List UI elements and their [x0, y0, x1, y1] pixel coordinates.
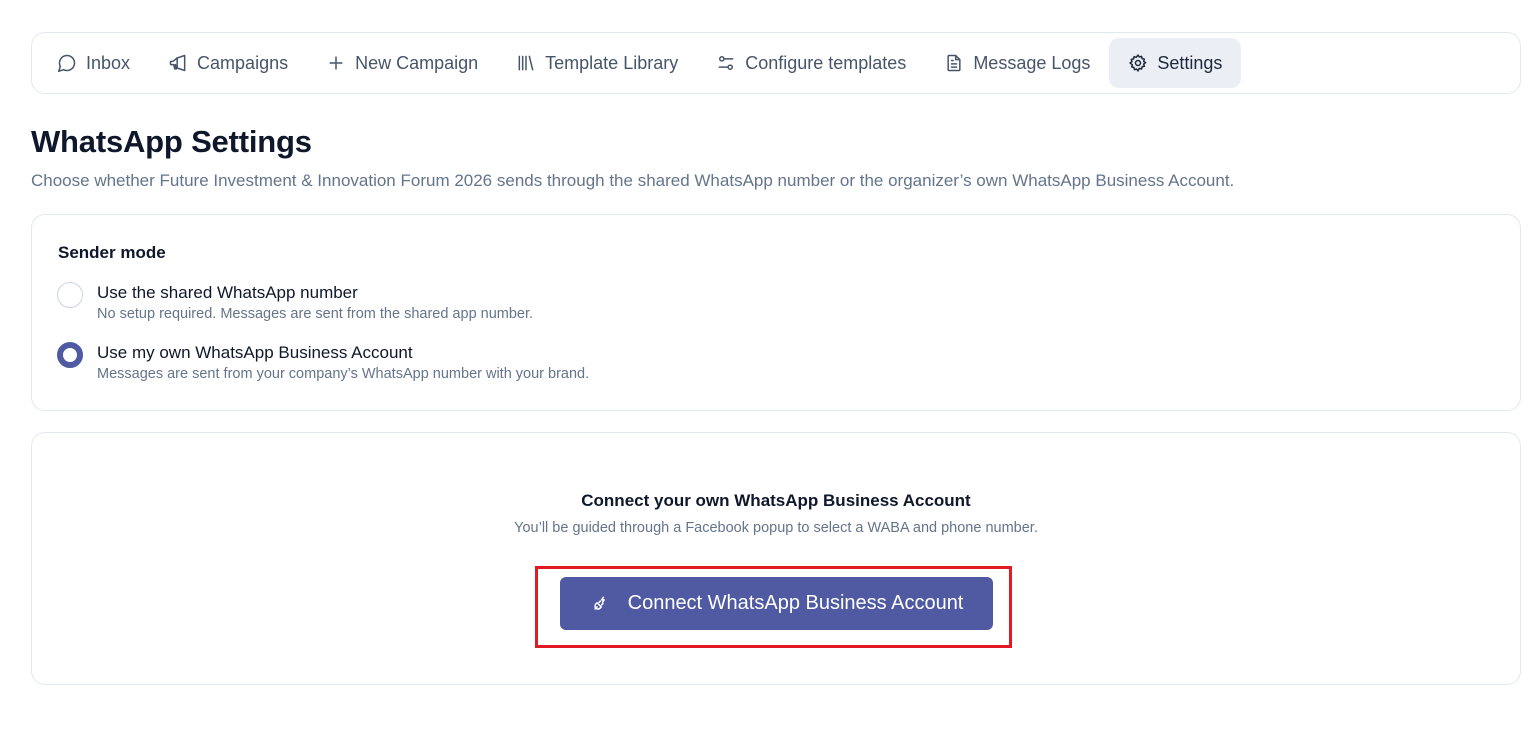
sender-option-own-waba[interactable]: Use my own WhatsApp Business Account Mes…	[57, 341, 589, 382]
tab-settings[interactable]: Settings	[1109, 38, 1242, 88]
library-icon	[516, 53, 536, 73]
option-description: No setup required. Messages are sent fro…	[97, 306, 534, 322]
megaphone-icon	[168, 53, 188, 73]
option-label: Use the shared WhatsApp number	[97, 283, 358, 302]
connect-title: Connect your own WhatsApp Business Accou…	[581, 491, 971, 510]
connect-button-label: Connect WhatsApp Business Account	[627, 592, 964, 614]
radio-shared-number[interactable]	[57, 282, 83, 308]
sender-mode-card: Sender mode Use the shared WhatsApp numb…	[31, 214, 1521, 411]
page-title: WhatsApp Settings	[31, 124, 312, 159]
option-description: Messages are sent from your company’s Wh…	[97, 366, 590, 382]
tab-label: Inbox	[86, 52, 131, 73]
radio-own-waba[interactable]	[57, 342, 83, 368]
tab-configure-templates[interactable]: Configure templates	[697, 38, 925, 88]
tab-label: Settings	[1157, 52, 1223, 73]
page: Inbox Campaigns New Campaign Template Li…	[0, 0, 1537, 742]
tab-message-logs[interactable]: Message Logs	[925, 38, 1109, 88]
option-label: Use my own WhatsApp Business Account	[97, 343, 413, 362]
top-tab-bar: Inbox Campaigns New Campaign Template Li…	[31, 32, 1521, 94]
tab-label: Template Library	[545, 52, 679, 73]
plus-icon	[326, 53, 346, 73]
option-text: Use my own WhatsApp Business Account Mes…	[97, 341, 589, 382]
option-text: Use the shared WhatsApp number No setup …	[97, 281, 533, 322]
tab-label: Message Logs	[973, 52, 1091, 73]
gear-icon	[1128, 53, 1148, 73]
tab-label: New Campaign	[355, 52, 479, 73]
sliders-icon	[716, 53, 736, 73]
plug-icon	[590, 594, 610, 614]
page-subtitle: Choose whether Future Investment & Innov…	[31, 171, 1235, 190]
tab-template-library[interactable]: Template Library	[497, 38, 697, 88]
connect-description: You’ll be guided through a Facebook popu…	[514, 520, 1038, 536]
document-icon	[944, 53, 964, 73]
chat-bubble-icon	[57, 53, 77, 73]
connect-waba-card: Connect your own WhatsApp Business Accou…	[31, 432, 1521, 685]
tab-campaigns[interactable]: Campaigns	[149, 38, 307, 88]
sender-mode-title: Sender mode	[58, 243, 166, 262]
sender-option-shared[interactable]: Use the shared WhatsApp number No setup …	[57, 281, 533, 322]
connect-waba-button[interactable]: Connect WhatsApp Business Account	[560, 577, 993, 630]
tab-inbox[interactable]: Inbox	[38, 38, 149, 88]
tab-new-campaign[interactable]: New Campaign	[307, 38, 497, 88]
tab-label: Campaigns	[197, 52, 289, 73]
tab-label: Configure templates	[745, 52, 907, 73]
